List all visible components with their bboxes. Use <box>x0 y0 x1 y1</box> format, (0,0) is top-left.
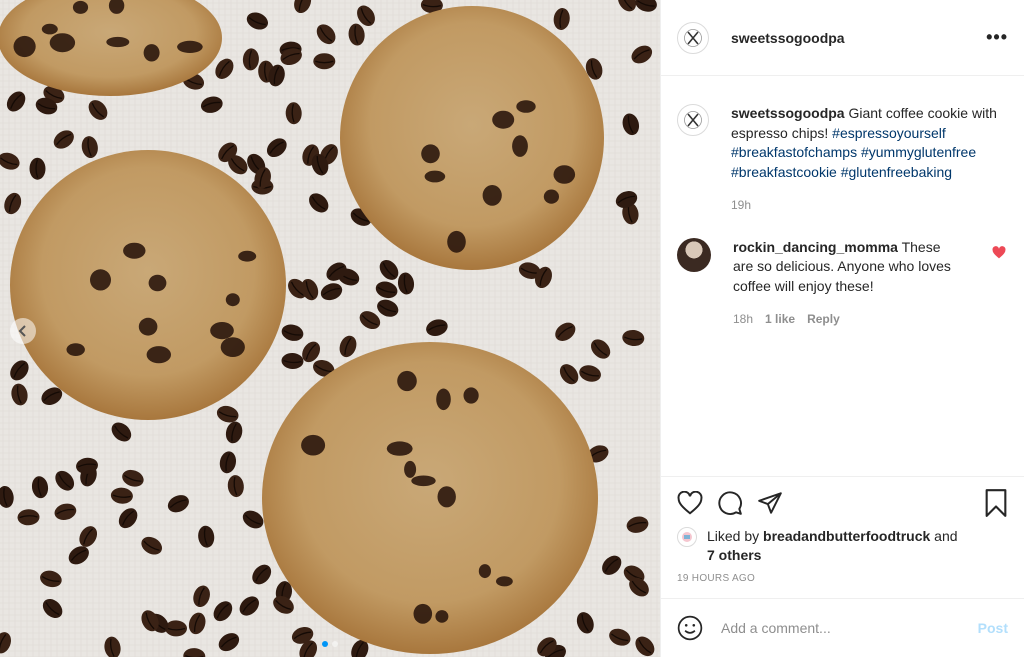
chocolate-chip <box>238 250 257 262</box>
chocolate-chip <box>435 610 449 623</box>
chocolate-chip <box>516 100 536 113</box>
chocolate-chip <box>106 36 130 48</box>
post-panel: sweetssogoodpa ••• sweetssogoodpa Giant … <box>660 0 1024 657</box>
carousel-indicator <box>0 641 660 647</box>
liked-by-user[interactable]: breadandbutterfoodtruck <box>763 528 930 544</box>
chocolate-chip <box>397 370 417 392</box>
chocolate-chip <box>177 40 203 54</box>
chocolate-chip <box>463 387 479 404</box>
chocolate-chip <box>411 475 436 487</box>
post-actions: Liked by breadandbutterfoodtruck and 7 o… <box>661 476 1024 598</box>
chocolate-chip <box>447 230 466 253</box>
emoji-button[interactable] <box>677 615 703 641</box>
chocolate-chip <box>220 337 245 357</box>
caption-time[interactable]: 19h <box>731 196 999 216</box>
share-button[interactable] <box>757 490 783 516</box>
cookie <box>340 6 604 270</box>
chocolate-chip <box>72 0 89 14</box>
post-username[interactable]: sweetssogoodpa <box>731 30 845 46</box>
chocolate-chip <box>492 110 515 129</box>
hashtag[interactable]: #breakfastofchamps <box>731 144 857 160</box>
chocolate-chip <box>301 434 326 456</box>
chocolate-chip <box>496 576 513 587</box>
others-link[interactable]: 7 others <box>707 547 761 563</box>
comment-like-button[interactable] <box>992 245 1006 264</box>
chocolate-chip <box>66 343 85 356</box>
chocolate-chip <box>143 44 160 62</box>
hashtag[interactable]: #yummyglutenfree <box>861 144 976 160</box>
hashtag[interactable]: #espressoyourself <box>832 125 946 141</box>
chocolate-chip <box>436 388 451 411</box>
caption-username[interactable]: sweetssogoodpa <box>731 105 845 121</box>
comment-body: rockin_dancing_momma These are so delici… <box>733 238 961 330</box>
carousel-dot <box>322 641 328 647</box>
chocolate-chip <box>41 23 58 35</box>
chocolate-chip <box>482 185 502 206</box>
comment-composer: Post <box>661 598 1024 657</box>
carousel-dot <box>332 641 338 647</box>
cookie <box>262 342 598 654</box>
action-bar <box>677 489 1008 517</box>
chocolate-chip <box>49 33 76 53</box>
chocolate-chip <box>413 603 433 624</box>
heart-filled-icon <box>992 245 1006 258</box>
likes-summary: Liked by breadandbutterfoodtruck and 7 o… <box>677 527 1008 565</box>
likes-text: Liked by breadandbutterfoodtruck and 7 o… <box>707 528 958 563</box>
avatar[interactable] <box>677 237 711 272</box>
carousel-prev-button[interactable] <box>10 318 36 344</box>
comment-item: rockin_dancing_momma These are so delici… <box>677 237 1008 330</box>
bookmark-icon <box>985 489 1007 517</box>
post-timestamp[interactable]: 19 HOURS AGO <box>677 573 1008 584</box>
comment-button[interactable] <box>717 490 743 516</box>
post-photo[interactable] <box>0 0 660 657</box>
cookie <box>10 150 286 420</box>
comments-list: sweetssogoodpa Giant coffee cookie with … <box>661 76 1024 476</box>
chocolate-chip <box>386 441 413 456</box>
more-icon[interactable]: ••• <box>986 28 1008 46</box>
chocolate-chip <box>90 269 111 291</box>
post-header: sweetssogoodpa ••• <box>661 0 1024 76</box>
caption: sweetssogoodpa Giant coffee cookie with … <box>677 104 1008 216</box>
comment-time[interactable]: 18h <box>733 310 753 330</box>
chocolate-chip <box>13 35 36 58</box>
coffee-bean <box>313 53 336 70</box>
chocolate-chip <box>138 317 158 336</box>
chocolate-chip <box>421 144 440 164</box>
foodtruck-logo-icon <box>682 532 692 542</box>
chocolate-chip <box>123 242 146 259</box>
avatar[interactable] <box>677 527 697 547</box>
chocolate-chip <box>404 460 417 478</box>
caption-body: sweetssogoodpa Giant coffee cookie with … <box>731 104 999 216</box>
comment-likes[interactable]: 1 like <box>765 310 795 330</box>
post-comment-button[interactable]: Post <box>978 620 1008 636</box>
comment-username[interactable]: rockin_dancing_momma <box>733 239 898 255</box>
avatar[interactable] <box>677 21 709 54</box>
heart-icon <box>677 491 703 515</box>
chocolate-chip <box>225 293 240 307</box>
chocolate-chip <box>146 346 171 364</box>
cookies-image <box>0 0 660 657</box>
emoji-icon <box>677 615 703 641</box>
hashtag[interactable]: #breakfastcookie <box>731 164 837 180</box>
chocolate-chip <box>437 486 456 508</box>
chocolate-chip <box>148 274 167 292</box>
comment-meta: 18h 1 like Reply <box>733 310 961 330</box>
chocolate-chip <box>553 165 576 184</box>
chocolate-chip <box>512 135 528 157</box>
save-button[interactable] <box>984 489 1008 517</box>
chocolate-chip <box>424 170 446 183</box>
hashtag[interactable]: #glutenfreebaking <box>841 164 952 180</box>
brand-logo-icon <box>684 111 702 129</box>
chocolate-chip <box>543 189 560 204</box>
avatar[interactable] <box>677 104 709 136</box>
comment-icon <box>718 491 742 515</box>
brand-logo-icon <box>684 28 702 47</box>
share-icon <box>758 492 782 514</box>
reply-button[interactable]: Reply <box>807 310 840 330</box>
comment-input[interactable] <box>719 619 978 637</box>
chocolate-chip <box>478 564 491 579</box>
chevron-left-icon <box>18 325 26 337</box>
chocolate-chip <box>210 322 234 340</box>
like-button[interactable] <box>677 491 703 515</box>
